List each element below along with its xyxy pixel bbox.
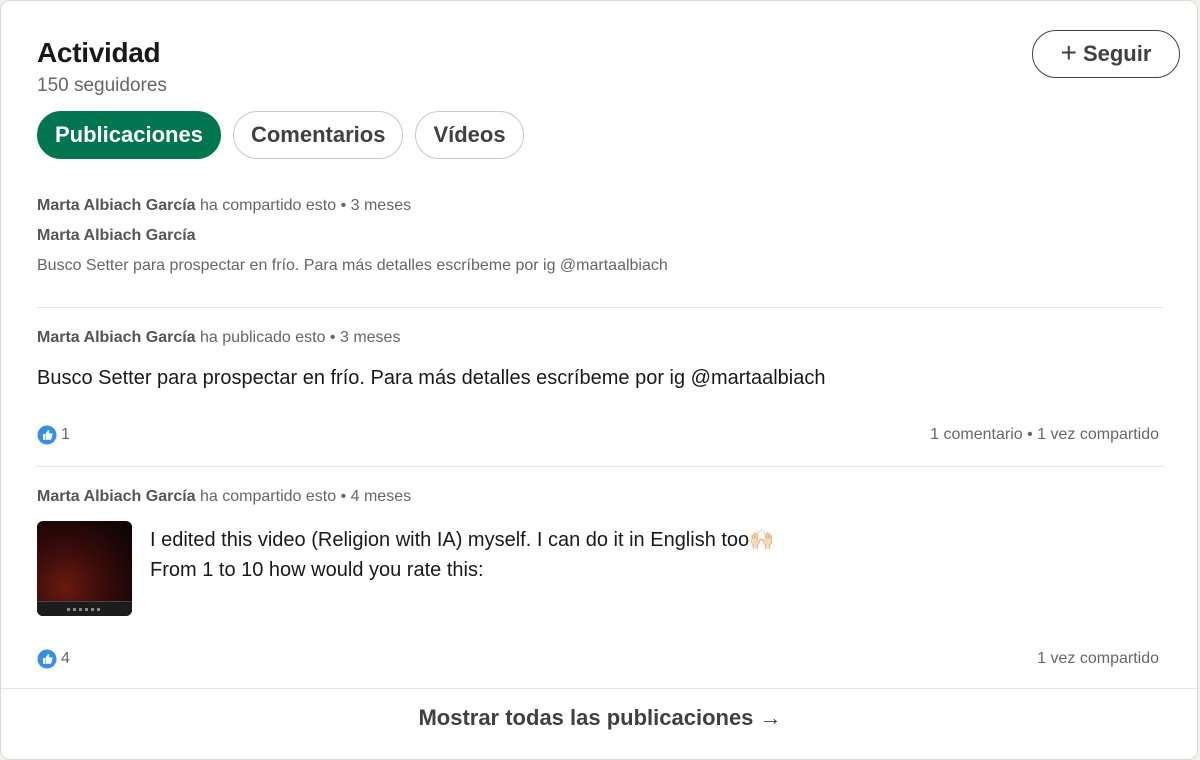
post-1-action: ha compartido esto: [200, 197, 337, 214]
post-2-time: 3 meses: [339, 329, 401, 346]
post-3-reactions[interactable]: 4: [37, 649, 70, 669]
post-2-reaction-count: 1: [61, 426, 70, 443]
post-3-time: 4 meses: [350, 488, 412, 505]
post-1-author[interactable]: Marta Albiach García: [37, 197, 196, 214]
post-2-author[interactable]: Marta Albiach García: [37, 329, 196, 346]
video-thumbnail[interactable]: [37, 521, 132, 616]
video-controls-bar: [37, 601, 132, 616]
post-3-action: ha compartido esto: [200, 488, 337, 505]
like-icon: [37, 649, 57, 669]
divider: [1, 688, 1199, 689]
post-1-meta: Marta Albiach García ha compartido esto …: [37, 197, 411, 215]
plus-icon: +: [1060, 36, 1077, 68]
post-2-reactions[interactable]: 1: [37, 425, 70, 445]
post-3-stats[interactable]: 1 vez compartido: [1037, 650, 1159, 668]
activity-card: Actividad 150 seguidores + Seguir Public…: [0, 0, 1199, 760]
post-3-reaction-count: 4: [61, 650, 70, 667]
post-3-text-line1: I edited this video (Religion with IA) m…: [150, 529, 775, 551]
post-2-meta: Marta Albiach García ha publicado esto •…: [37, 329, 400, 347]
follow-button[interactable]: + Seguir: [1032, 30, 1180, 78]
post-2-stats[interactable]: 1 comentario • 1 vez compartido: [930, 426, 1159, 444]
post-2-text[interactable]: Busco Setter para prospectar en frío. Pa…: [37, 367, 825, 390]
like-icon: [37, 425, 57, 445]
video-progress-dots: [67, 608, 103, 611]
post-3-text[interactable]: I edited this video (Religion with IA) m…: [150, 525, 774, 585]
meta-dot: •: [329, 329, 336, 346]
post-1-shared-author[interactable]: Marta Albiach García: [37, 227, 196, 245]
meta-dot: •: [340, 197, 347, 214]
tab-publicaciones[interactable]: Publicaciones: [37, 111, 221, 159]
divider: [37, 307, 1163, 308]
post-1-text[interactable]: Busco Setter para prospectar en frío. Pa…: [37, 257, 668, 275]
tab-videos[interactable]: Vídeos: [415, 111, 524, 159]
post-3-text-line2: From 1 to 10 how would you rate this:: [150, 559, 484, 581]
meta-dot: •: [340, 488, 347, 505]
follow-label: Seguir: [1082, 41, 1152, 66]
divider: [37, 466, 1163, 467]
tab-comentarios[interactable]: Comentarios: [232, 111, 404, 159]
followers-count: 150 seguidores: [37, 75, 167, 96]
post-3-author[interactable]: Marta Albiach García: [37, 488, 196, 505]
show-all-posts-link[interactable]: Mostrar todas las publicaciones →: [1, 705, 1199, 731]
section-title: Actividad: [37, 37, 161, 68]
post-3-meta: Marta Albiach García ha compartido esto …: [37, 488, 411, 506]
activity-tabs: Publicaciones Comentarios Vídeos: [37, 111, 524, 159]
post-1-time: 3 meses: [350, 197, 412, 214]
post-2-action: ha publicado esto: [200, 329, 326, 346]
